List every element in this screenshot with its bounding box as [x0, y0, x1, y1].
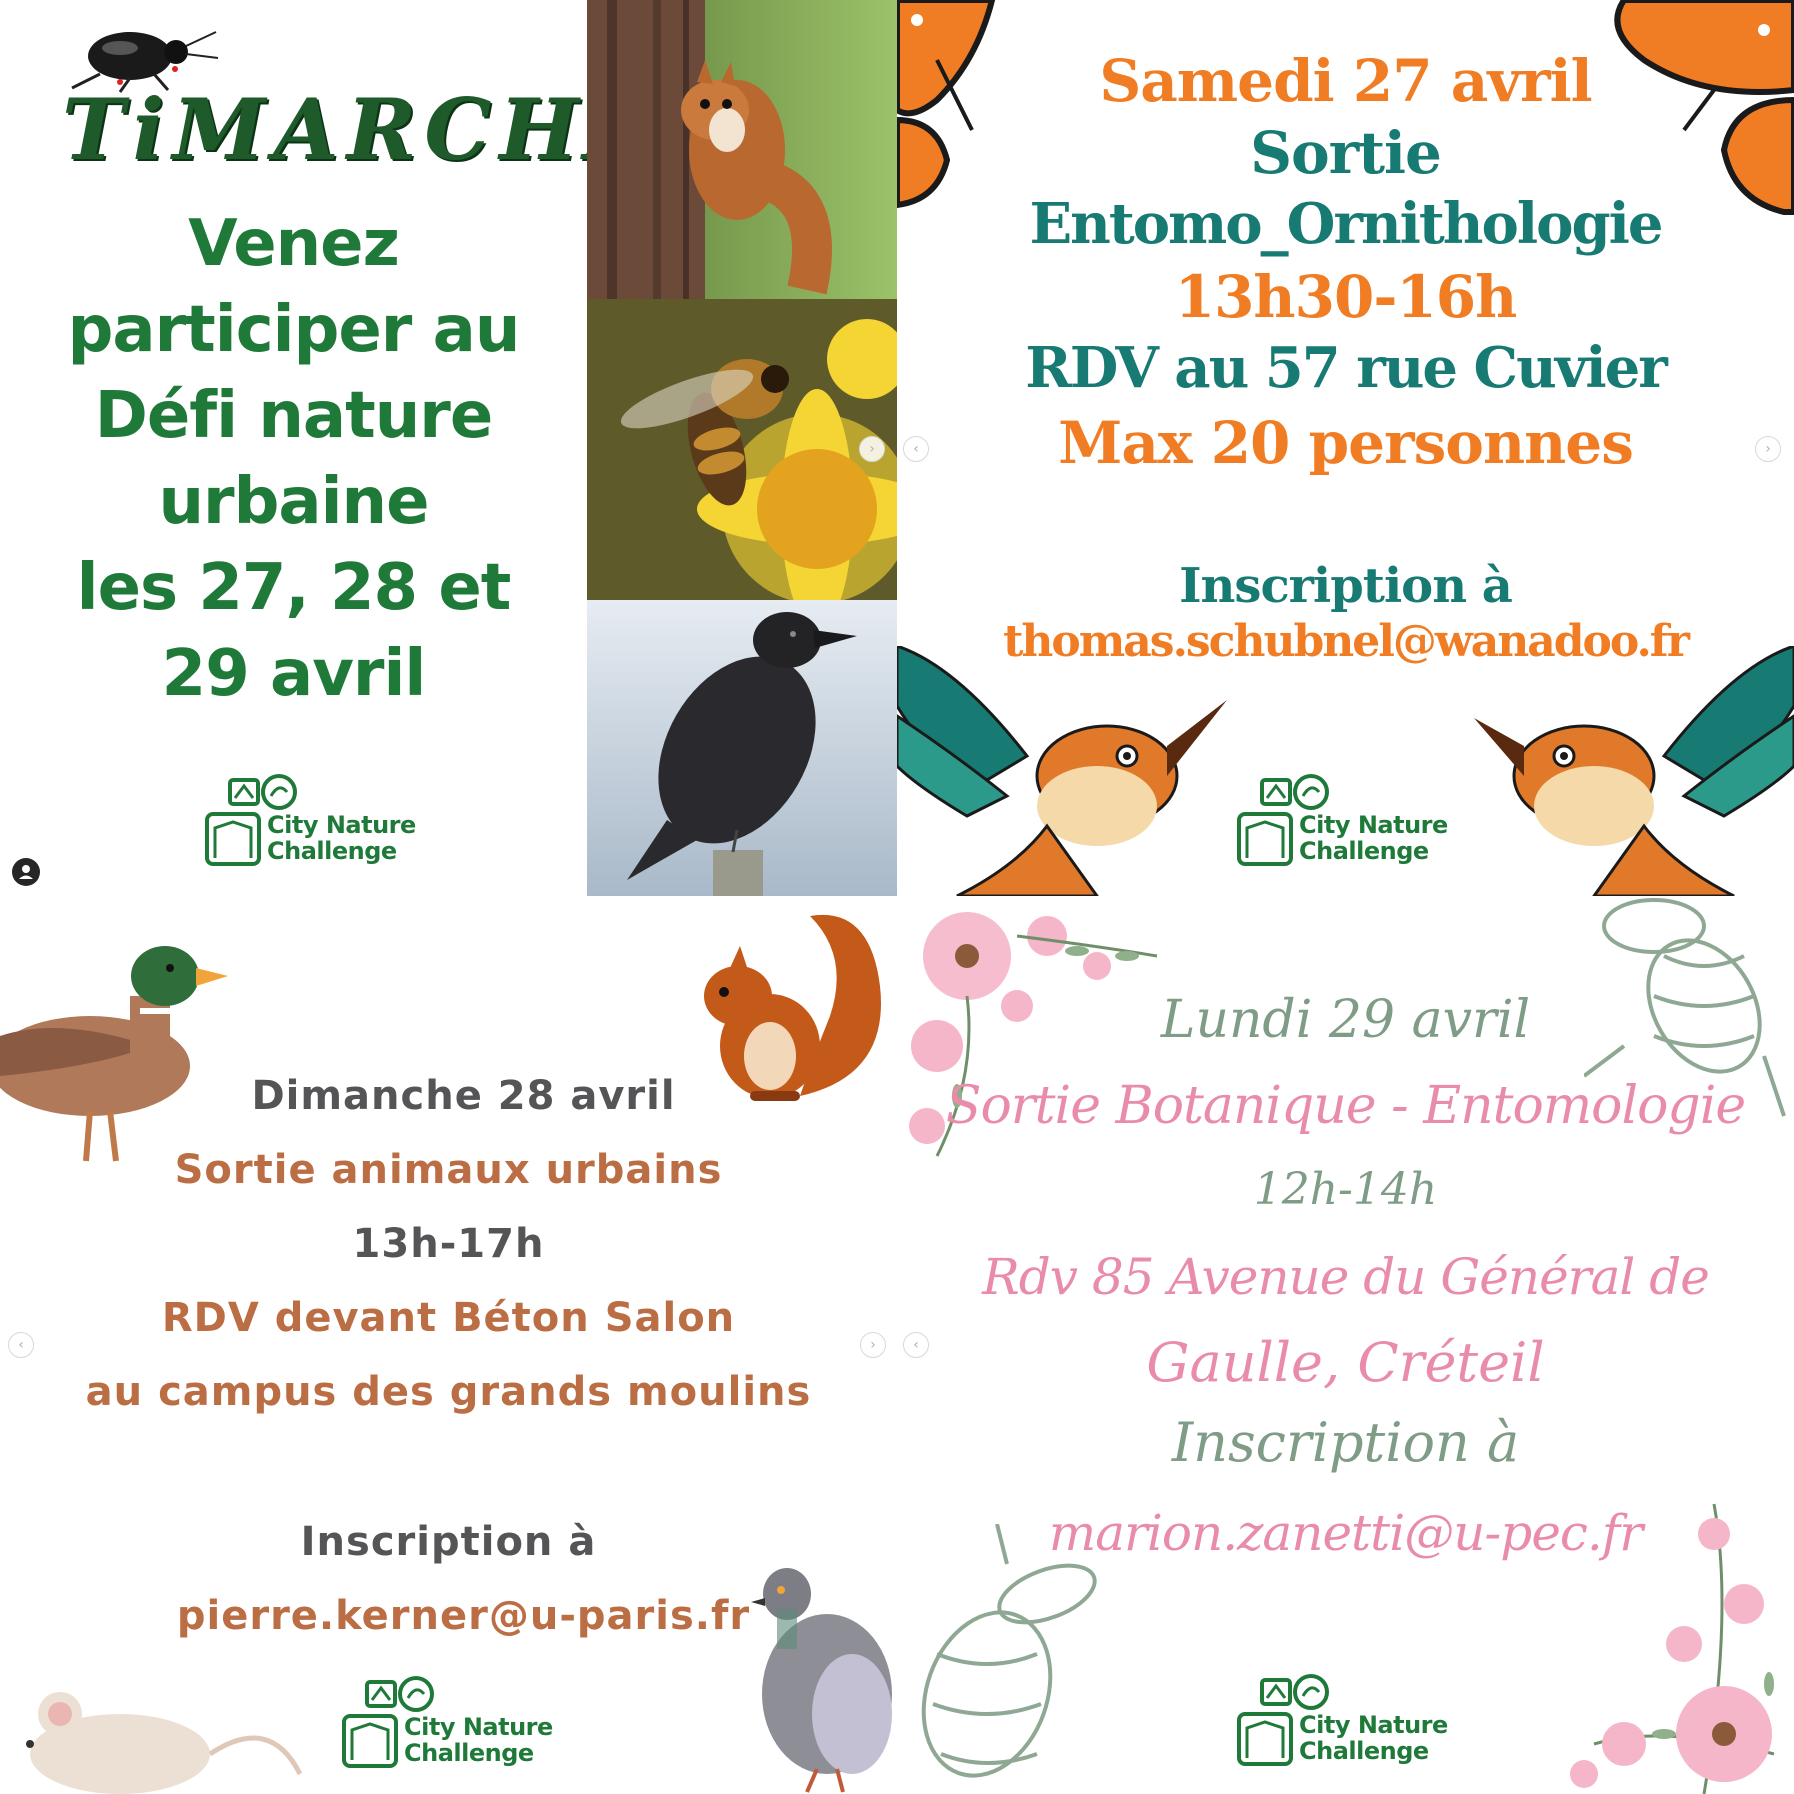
profile-icon[interactable]	[12, 858, 40, 886]
city-nature-challenge-logo: City Nature Challenge	[1237, 1670, 1457, 1780]
p4-rdv-1: Rdv 85 Avenue du Général de	[982, 1248, 1710, 1306]
p2-rdv: RDV au 57 rue Cuvier	[1025, 335, 1668, 401]
p1-line-3: Défi nature	[94, 379, 493, 453]
city-nature-challenge-logo: City Nature Challenge	[342, 1672, 562, 1782]
cnc-line-2: Challenge	[1299, 837, 1429, 865]
flowers-bottom-right-icon	[1570, 1503, 1775, 1794]
poster-dimanche: Dimanche 28 avril Sortie animaux urbains…	[0, 896, 897, 1794]
cnc-line-1: City Nature	[267, 811, 416, 839]
poster-timarcha: TiMARCHA Venez participer au Défi nature…	[0, 0, 587, 896]
p4-prev-button[interactable]: ‹	[903, 1332, 929, 1358]
p4-rdv-2: Gaulle, Créteil	[1146, 1331, 1545, 1394]
p2-next-button[interactable]: ›	[1755, 436, 1781, 462]
crow-photo	[587, 600, 897, 896]
cnc-line-1: City Nature	[1299, 811, 1448, 839]
p1-line-2: participer au	[67, 293, 521, 367]
p3-prev-button[interactable]: ‹	[8, 1332, 34, 1358]
squirrel-photo	[587, 0, 897, 299]
p1-line-4: urbaine	[158, 465, 429, 539]
photo-strip: ›	[587, 0, 897, 896]
poster-samedi: Samedi 27 avril Sortie Entomo_Ornitholog…	[897, 0, 1794, 896]
cnc-line-2: Challenge	[267, 837, 397, 865]
duck-icon	[0, 946, 228, 1162]
bee-bottom-left-icon	[921, 1524, 1097, 1778]
p2-time: 13h30-16h	[1174, 263, 1518, 331]
p1-line-1: Venez	[188, 207, 400, 281]
p3-place: au campus des grands moulins	[85, 1369, 812, 1415]
cnc-line-2: Challenge	[1299, 1737, 1429, 1765]
p1-line-6: 29 avril	[161, 637, 427, 711]
p2-prev-button[interactable]: ‹	[903, 436, 929, 462]
p4-sortie: Sortie Botanique - Entomologie	[945, 1076, 1746, 1136]
p2-date: Samedi 27 avril	[1099, 47, 1592, 115]
brand-title: TiMARCHA	[62, 80, 587, 179]
city-nature-challenge-logo: City Nature Challenge	[1237, 770, 1457, 880]
photo-next-button[interactable]: ›	[859, 436, 885, 462]
p3-time: 13h-17h	[352, 1221, 545, 1267]
squirrel-icon	[704, 914, 881, 1101]
pigeon-icon	[751, 1568, 892, 1793]
p4-time: 12h-14h	[1253, 1164, 1438, 1215]
p3-next-button[interactable]: ›	[860, 1332, 886, 1358]
mouse-icon	[26, 1692, 303, 1794]
poster-lundi: Lundi 29 avril Sortie Botanique - Entomo…	[897, 896, 1794, 1794]
kingfisher-left-icon	[897, 646, 1227, 896]
kingfisher-right-icon	[1474, 646, 1794, 896]
p3-sortie: Sortie animaux urbains	[174, 1147, 723, 1193]
p3-rdv: RDV devant Béton Salon	[161, 1295, 736, 1341]
p2-max: Max 20 personnes	[1058, 409, 1634, 477]
cnc-line-1: City Nature	[1299, 1711, 1448, 1739]
p2-theme: Entomo_Ornithologie	[1029, 191, 1663, 257]
city-nature-challenge-logo: City Nature Challenge	[205, 770, 425, 880]
p4-inscription: Inscription à	[1171, 1411, 1520, 1474]
p3-date: Dimanche 28 avril	[251, 1073, 676, 1119]
p4-date: Lundi 29 avril	[1160, 990, 1531, 1050]
bee-photo	[587, 299, 897, 600]
p2-sortie: Sortie	[1250, 119, 1442, 187]
p2-inscription: Inscription à	[1179, 558, 1513, 614]
p1-line-5: les 27, 28 et	[76, 551, 512, 625]
cnc-line-2: Challenge	[404, 1739, 534, 1767]
cnc-line-1: City Nature	[404, 1713, 553, 1741]
